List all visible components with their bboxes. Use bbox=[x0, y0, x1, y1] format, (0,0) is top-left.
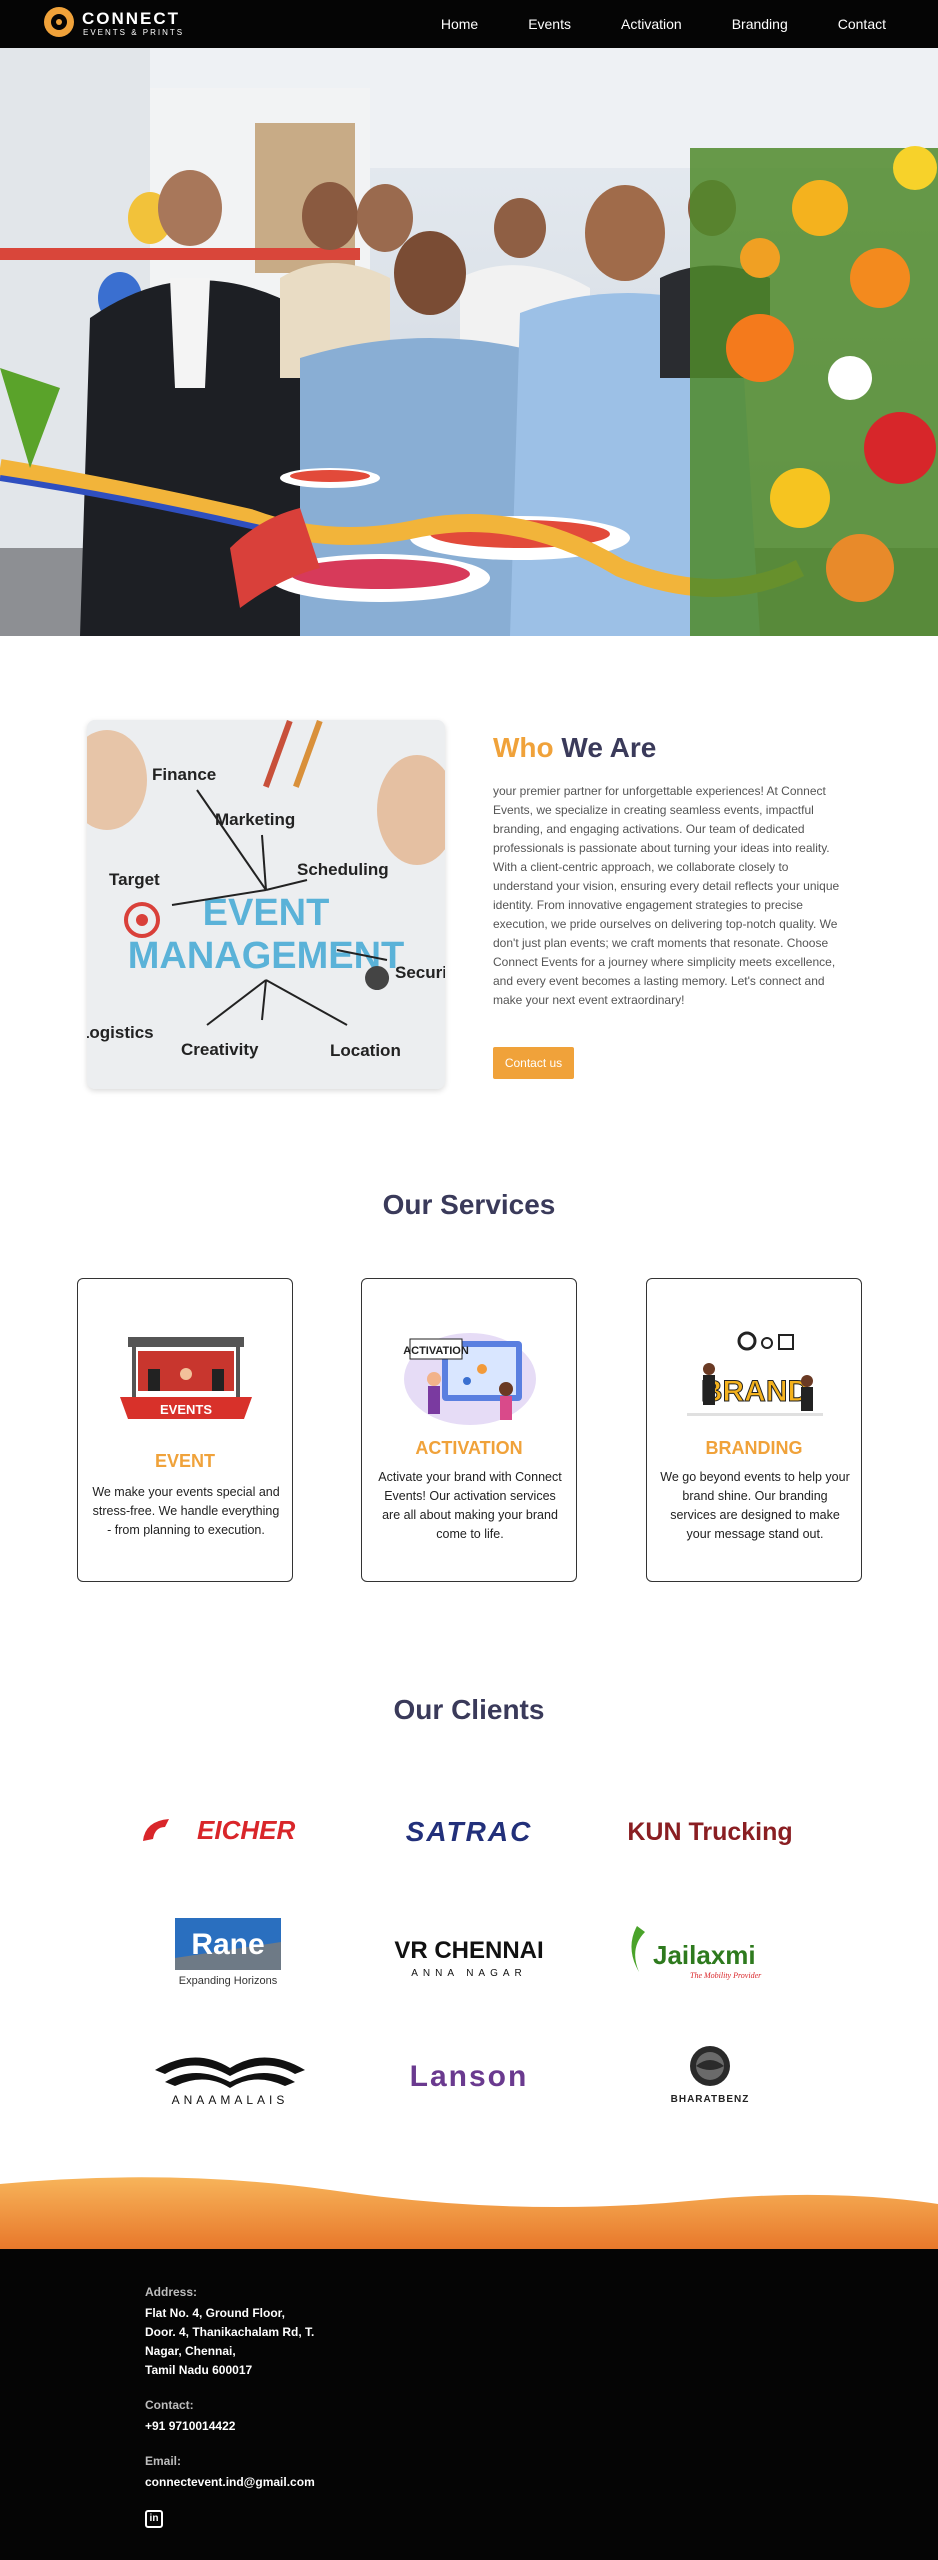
activation-image-label: ACTIVATION bbox=[403, 1345, 469, 1357]
who-heading-rest: We Are bbox=[561, 732, 657, 763]
nav-links: Home Events Activation Branding Contact bbox=[391, 0, 886, 48]
nav-link-branding[interactable]: Branding bbox=[732, 16, 788, 32]
hero-ribbon-cutting-photo bbox=[0, 48, 938, 636]
brand-image-label: BRAND bbox=[701, 1375, 809, 1408]
who-we-are-heading: Who We Are bbox=[493, 732, 656, 764]
img-word-finance: Finance bbox=[152, 765, 216, 784]
svg-text:BHARATBENZ: BHARATBENZ bbox=[671, 2094, 750, 2105]
svg-text:Rane: Rane bbox=[191, 1928, 264, 1961]
connect-logo[interactable]: CONNECT EVENTS & PRINTS bbox=[44, 7, 194, 41]
nav-link-contact[interactable]: Contact bbox=[838, 16, 886, 32]
service-card-event[interactable]: EVENTS EVENT We make your events special… bbox=[77, 1278, 293, 1582]
event-management-illustration: Finance Marketing Target Scheduling EVEN… bbox=[87, 720, 445, 1089]
client-logo-lanson: Lanson bbox=[374, 2040, 564, 2110]
event-management-image: Finance Marketing Target Scheduling EVEN… bbox=[87, 720, 445, 1089]
img-word-target: Target bbox=[109, 870, 160, 889]
footer-wave bbox=[0, 2177, 938, 2250]
service-desc-activation: Activate your brand with Connect Events!… bbox=[378, 1470, 562, 1541]
activation-illustration: ACTIVATION bbox=[403, 1333, 536, 1425]
phone-number[interactable]: +91 9710014422 bbox=[145, 2417, 365, 2436]
svg-text:EICHER: EICHER bbox=[197, 1815, 295, 1845]
client-logo-bharatbenz: BHARATBENZ bbox=[615, 2040, 805, 2110]
svg-text:The Mobility Provider: The Mobility Provider bbox=[690, 1971, 762, 1980]
logo-subtitle: EVENTS & PRINTS bbox=[83, 28, 185, 37]
svg-text:ANAAMALAIS: ANAAMALAIS bbox=[172, 2093, 289, 2107]
client-logo-anaamalais: ANAAMALAIS bbox=[135, 2040, 325, 2110]
address-value: Flat No. 4, Ground Floor, Door. 4, Thani… bbox=[145, 2306, 315, 2377]
service-title-event: EVENT bbox=[154, 1451, 215, 1471]
client-logo-eicher: EICHER bbox=[135, 1795, 325, 1865]
email-label: Email: bbox=[145, 2454, 182, 2468]
services-heading: Our Services bbox=[382, 1189, 556, 1220]
img-word-marketing: Marketing bbox=[215, 810, 295, 829]
contact-label: Contact: bbox=[145, 2398, 194, 2412]
client-logo-jailaxmi: Jailaxmi The Mobility Provider bbox=[615, 1918, 805, 1988]
svg-text:SATRAC: SATRAC bbox=[406, 1816, 533, 1847]
client-logo-vr-chennai: VR CHENNAI ANNA NAGAR bbox=[374, 1918, 564, 1988]
address-label: Address: bbox=[145, 2285, 198, 2299]
branding-illustration: BRAND bbox=[687, 1331, 823, 1416]
nav-link-events[interactable]: Events bbox=[528, 16, 571, 32]
contact-us-button[interactable]: Contact us bbox=[493, 1047, 574, 1079]
events-image-label: EVENTS bbox=[160, 1402, 212, 1417]
service-card-activation[interactable]: ACTIVATION ACTIVATION Activate your bran… bbox=[361, 1278, 577, 1582]
svg-text:Expanding Horizons: Expanding Horizons bbox=[179, 1975, 278, 1987]
service-desc-branding: We go beyond events to help your brand s… bbox=[660, 1470, 850, 1541]
client-logo-rane: Rane Expanding Horizons bbox=[135, 1918, 325, 1988]
top-navbar: CONNECT EVENTS & PRINTS Home Events Acti… bbox=[0, 0, 938, 48]
who-heading-accent: Who bbox=[493, 732, 554, 763]
client-logo-kun-trucking: KUN Trucking bbox=[615, 1795, 805, 1865]
svg-text:Jailaxmi: Jailaxmi bbox=[653, 1940, 756, 1970]
footer bbox=[0, 2249, 938, 2560]
linkedin-icon[interactable]: in bbox=[145, 2510, 163, 2528]
svg-text:ANNA NAGAR: ANNA NAGAR bbox=[411, 1968, 527, 1979]
svg-text:Lanson: Lanson bbox=[410, 2060, 529, 2093]
logo-icon bbox=[44, 7, 74, 37]
img-word-logistics: Logistics bbox=[87, 1023, 154, 1042]
img-word-scheduling: Scheduling bbox=[297, 860, 389, 879]
service-title-activation: ACTIVATION bbox=[415, 1438, 523, 1458]
email-address[interactable]: connectevent.ind@gmail.com bbox=[145, 2473, 365, 2492]
service-title-branding: BRANDING bbox=[705, 1438, 803, 1458]
service-desc-event: We make your events special and stress-f… bbox=[92, 1485, 280, 1537]
img-word-location: Location bbox=[330, 1041, 401, 1060]
events-stage-illustration: EVENTS bbox=[120, 1337, 252, 1419]
service-card-branding[interactable]: BRAND BRANDING We go beyond events to he… bbox=[646, 1278, 862, 1582]
who-we-are-text: your premier partner for unforgettable e… bbox=[493, 784, 840, 1007]
img-word-event: EVENT bbox=[203, 892, 330, 934]
svg-text:VR CHENNAI: VR CHENNAI bbox=[394, 1937, 543, 1964]
nav-link-activation[interactable]: Activation bbox=[621, 16, 682, 32]
client-logo-satrac: SATRAC bbox=[374, 1795, 564, 1865]
svg-text:KUN Trucking: KUN Trucking bbox=[627, 1818, 792, 1846]
clients-heading: Our Clients bbox=[393, 1694, 545, 1725]
hero-carousel[interactable] bbox=[0, 48, 938, 636]
nav-link-home[interactable]: Home bbox=[441, 16, 478, 32]
logo-name: CONNECT bbox=[82, 9, 181, 28]
img-word-creativity: Creativity bbox=[181, 1040, 259, 1059]
img-word-security: Security bbox=[395, 963, 445, 982]
